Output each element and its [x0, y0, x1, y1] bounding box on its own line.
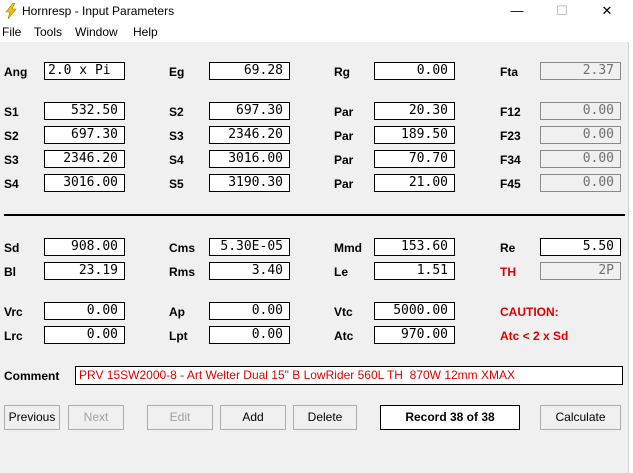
- label-par-4: Par: [334, 177, 354, 191]
- label-s4-left: S4: [4, 177, 19, 191]
- lightning-bolt-icon: [5, 3, 17, 19]
- label-comment: Comment: [4, 369, 60, 383]
- caution-message: Atc < 2 x Sd: [500, 329, 569, 343]
- label-re: Re: [500, 241, 516, 255]
- calculate-button[interactable]: Calculate: [540, 405, 621, 430]
- previous-button[interactable]: Previous: [4, 405, 60, 430]
- label-atc: Atc: [334, 329, 354, 343]
- atc-field[interactable]: 970.00: [374, 326, 455, 344]
- s3-field[interactable]: 2346.20: [209, 126, 290, 144]
- comment-field[interactable]: PRV 15SW2000-8 - Art Welter Dual 15" B L…: [75, 366, 623, 385]
- label-eg: Eg: [169, 65, 185, 79]
- label-lpt: Lpt: [169, 329, 188, 343]
- window-title: Hornresp - Input Parameters: [22, 4, 175, 18]
- label-rg: Rg: [334, 65, 350, 79]
- label-sd: Sd: [4, 241, 20, 255]
- rg-field[interactable]: 0.00: [374, 62, 455, 80]
- s4-left-field[interactable]: 3016.00: [44, 174, 125, 192]
- label-f34: F34: [500, 153, 521, 167]
- label-s1: S1: [4, 105, 19, 119]
- menu-tools[interactable]: Tools: [34, 25, 62, 39]
- next-button[interactable]: Next: [68, 405, 124, 430]
- label-vtc: Vtc: [334, 305, 353, 319]
- f12-field: 0.00: [540, 102, 621, 120]
- ang-field[interactable]: 2.0 x Pi: [44, 62, 125, 80]
- s4-field[interactable]: 3016.00: [209, 150, 290, 168]
- cms-field[interactable]: 5.30E-05: [209, 238, 290, 256]
- re-field[interactable]: 5.50: [540, 238, 621, 256]
- th-field: 2P: [540, 262, 621, 280]
- label-par-3: Par: [334, 153, 354, 167]
- label-cms: Cms: [169, 241, 196, 255]
- s1-field[interactable]: 532.50: [44, 102, 125, 120]
- label-th: TH: [500, 265, 516, 279]
- caution-label: CAUTION:: [500, 305, 559, 319]
- add-button[interactable]: Add: [220, 405, 286, 430]
- s5-field[interactable]: 3190.30: [209, 174, 290, 192]
- vrc-field[interactable]: 0.00: [44, 302, 125, 320]
- section-divider: [4, 214, 625, 216]
- label-s2-left: S2: [4, 129, 19, 143]
- label-rms: Rms: [169, 265, 196, 279]
- label-s3: S3: [169, 129, 184, 143]
- label-ap: Ap: [169, 305, 185, 319]
- label-bl: Bl: [4, 265, 16, 279]
- f23-field: 0.00: [540, 126, 621, 144]
- menu-help[interactable]: Help: [133, 25, 158, 39]
- delete-button[interactable]: Delete: [293, 405, 357, 430]
- label-f45: F45: [500, 177, 521, 191]
- f45-field: 0.00: [540, 174, 621, 192]
- scrollbar-edge[interactable]: [628, 42, 633, 473]
- label-mmd: Mmd: [334, 241, 362, 255]
- close-button[interactable]: ✕: [585, 0, 629, 22]
- vtc-field[interactable]: 5000.00: [374, 302, 455, 320]
- bl-field[interactable]: 23.19: [44, 262, 125, 280]
- label-f23: F23: [500, 129, 521, 143]
- eg-field[interactable]: 69.28: [209, 62, 290, 80]
- edit-button[interactable]: Edit: [147, 405, 213, 430]
- fta-field: 2.37: [540, 62, 621, 80]
- rms-field[interactable]: 3.40: [209, 262, 290, 280]
- par2-field[interactable]: 189.50: [374, 126, 455, 144]
- par3-field[interactable]: 70.70: [374, 150, 455, 168]
- s2-left-field[interactable]: 697.30: [44, 126, 125, 144]
- title-bar: Hornresp - Input Parameters — ☐ ✕: [0, 0, 633, 22]
- maximize-button[interactable]: ☐: [540, 0, 584, 22]
- ap-field[interactable]: 0.00: [209, 302, 290, 320]
- menu-window[interactable]: Window: [75, 25, 118, 39]
- label-lrc: Lrc: [4, 329, 23, 343]
- label-s2: S2: [169, 105, 184, 119]
- minimize-button[interactable]: —: [495, 0, 539, 22]
- label-s4: S4: [169, 153, 184, 167]
- menu-file[interactable]: File: [2, 25, 21, 39]
- label-vrc: Vrc: [4, 305, 23, 319]
- f34-field: 0.00: [540, 150, 621, 168]
- s2-field[interactable]: 697.30: [209, 102, 290, 120]
- mmd-field[interactable]: 153.60: [374, 238, 455, 256]
- par4-field[interactable]: 21.00: [374, 174, 455, 192]
- le-field[interactable]: 1.51: [374, 262, 455, 280]
- record-indicator: Record 38 of 38: [380, 405, 520, 430]
- label-s5: S5: [169, 177, 184, 191]
- s3-left-field[interactable]: 2346.20: [44, 150, 125, 168]
- label-s3-left: S3: [4, 153, 19, 167]
- label-fta: Fta: [500, 65, 518, 79]
- label-f12: F12: [500, 105, 521, 119]
- label-ang: Ang: [4, 65, 28, 79]
- lrc-field[interactable]: 0.00: [44, 326, 125, 344]
- label-par-1: Par: [334, 105, 354, 119]
- menu-bar: File Tools Window Help: [0, 22, 633, 42]
- label-le: Le: [334, 265, 349, 279]
- lpt-field[interactable]: 0.00: [209, 326, 290, 344]
- par1-field[interactable]: 20.30: [374, 102, 455, 120]
- sd-field[interactable]: 908.00: [44, 238, 125, 256]
- label-par-2: Par: [334, 129, 354, 143]
